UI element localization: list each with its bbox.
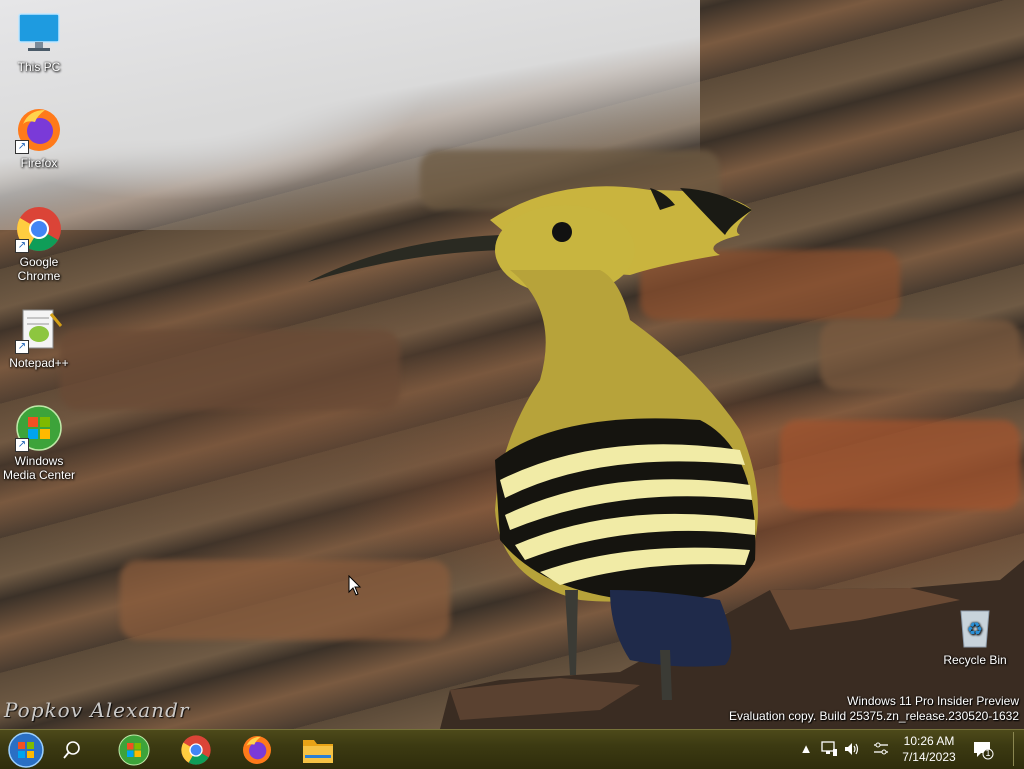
search-icon [63,740,80,759]
search-button[interactable] [56,731,88,768]
taskbar-windows-media-center[interactable] [112,731,156,768]
monitor-icon [15,10,63,58]
chrome-icon: ↗ [15,205,63,253]
wallpaper-tile [820,320,1020,390]
wallpaper-hoopoe-bird [308,186,758,700]
desktop-icon-google-chrome[interactable]: ↗ Google Chrome [1,205,77,283]
chevron-up-icon: ▲ [799,741,813,756]
watermark-build: Evaluation copy. Build 25375.zn_release.… [729,709,1019,723]
wallpaper-signature: Popkov Alexandr [4,698,190,722]
wallpaper-tile [780,420,1020,510]
shortcut-arrow-icon: ↗ [15,438,29,452]
desktop-icon-label: This PC [17,60,61,74]
taskbar-file-explorer[interactable] [296,731,340,768]
clock-time: 10:26 AM [903,734,955,748]
windows-watermark: Windows 11 Pro Insider Preview Evaluatio… [729,694,1019,724]
watermark-edition: Windows 11 Pro Insider Preview [847,694,1019,708]
shortcut-arrow-icon: ↗ [15,340,29,354]
notepadpp-icon: ↗ [15,306,63,354]
desktop-wallpaper[interactable]: This PC ↗ Firefox ↗ Google Chrome ↗ Note… [0,0,1024,729]
desktop-icon-label: Recycle Bin [943,653,1007,667]
svg-text:♻: ♻ [967,619,983,640]
notification-center-button[interactable]: 1 [972,740,994,760]
windows-media-center-icon: ↗ [15,404,63,452]
desktop-icon-notepad-plus-plus[interactable]: ↗ Notepad++ [1,306,77,370]
tray-volume-button[interactable] [843,740,861,758]
recycle-bin-icon: ♻ [951,603,999,651]
start-button[interactable] [6,731,46,768]
tray-overflow-button[interactable]: ▲ [797,740,815,758]
clock-date: 7/14/2023 [902,750,956,764]
mouse-cursor-icon [348,575,362,596]
shortcut-arrow-icon: ↗ [15,140,29,154]
shortcut-arrow-icon: ↗ [15,239,29,253]
folder-icon [303,739,333,763]
notification-count-badge: 1 [985,748,991,758]
firefox-icon [243,735,271,764]
desktop-icon-firefox[interactable]: ↗ Firefox [1,106,77,170]
tray-clock[interactable]: 10:26 AM 7/14/2023 [900,733,958,765]
windows-media-center-icon [118,734,150,765]
desktop-icon-label: Firefox [20,156,58,170]
tray-pen-settings-button[interactable] [872,740,890,758]
firefox-icon: ↗ [15,106,63,154]
pen-settings-icon [874,742,888,755]
taskbar-firefox[interactable] [235,731,279,768]
chrome-icon [181,734,211,765]
windows-orb-icon [8,731,44,768]
taskbar-chrome[interactable] [174,731,218,768]
taskbar: ▲ 10:26 AM 7/14/2023 1 [0,729,1024,769]
volume-icon [845,743,859,755]
network-icon [821,741,837,756]
desktop-icon-this-pc[interactable]: This PC [1,10,77,74]
tray-network-button[interactable] [820,740,838,758]
desktop-icon-windows-media-center[interactable]: ↗ Windows Media Center [1,404,77,482]
show-desktop-button[interactable] [1013,732,1022,766]
desktop-icon-label: Notepad++ [9,356,69,370]
desktop-icon-label: Google Chrome [17,255,61,283]
desktop-icon-recycle-bin[interactable]: ♻ Recycle Bin [937,603,1013,667]
desktop-icon-label: Windows Media Center [2,454,76,482]
